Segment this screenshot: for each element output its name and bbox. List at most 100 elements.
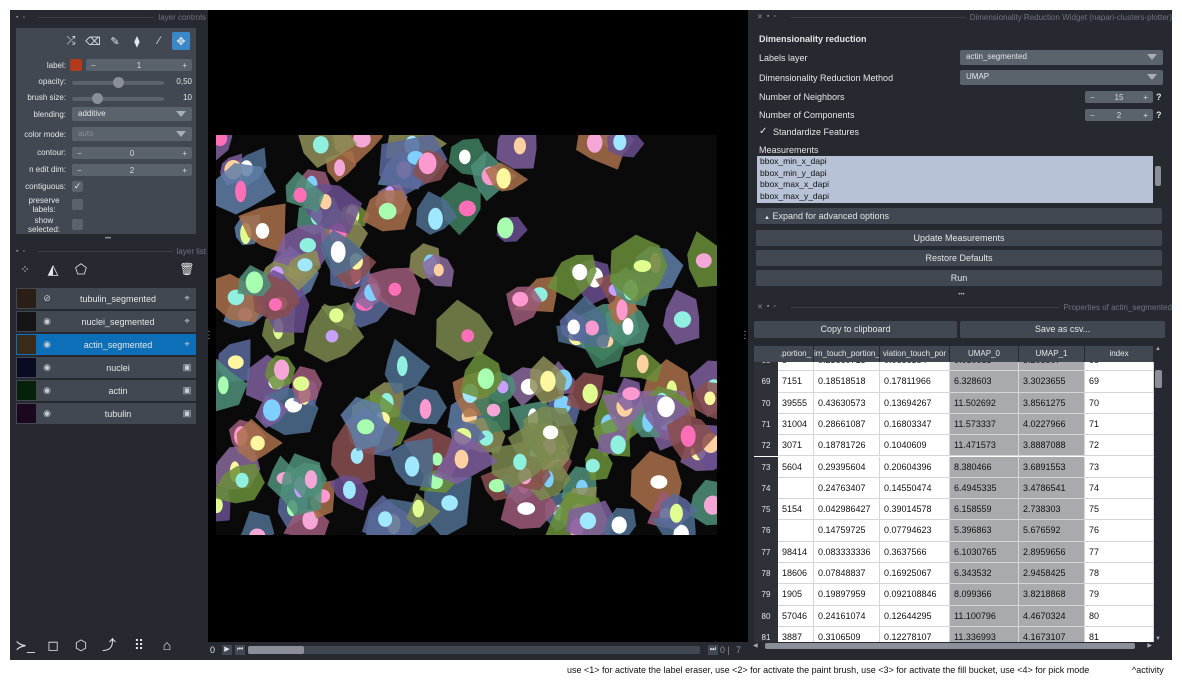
table-cell[interactable]: 75 bbox=[1085, 499, 1154, 521]
table-cell[interactable]: 31004 bbox=[778, 413, 814, 436]
table-cell[interactable]: 0.16803347 bbox=[880, 413, 950, 436]
dims-slider-handle[interactable] bbox=[248, 646, 304, 654]
table-cell[interactable]: 4.4670324 bbox=[1019, 605, 1085, 627]
row-header[interactable]: 77 bbox=[754, 541, 778, 563]
restore-defaults-button[interactable]: Restore Defaults bbox=[756, 250, 1162, 266]
table-cell[interactable]: 0.17811966 bbox=[880, 371, 950, 393]
eye-icon[interactable]: ◉ bbox=[36, 385, 58, 396]
measurement-item[interactable]: bbox_max_y_dapi bbox=[757, 191, 1153, 203]
layer-row-nuclei_segmented[interactable]: ◉ nuclei_segmented ⌖ bbox=[16, 311, 196, 332]
table-cell[interactable]: 0.07794623 bbox=[880, 520, 950, 542]
table-cell[interactable]: 0.12644295 bbox=[880, 605, 950, 627]
eraser-icon[interactable]: ⌫ bbox=[84, 32, 102, 50]
measurements-scrollbar-handle[interactable] bbox=[1155, 166, 1161, 186]
table-cell[interactable]: 71 bbox=[1085, 413, 1154, 436]
table-cell[interactable]: 0.39014578 bbox=[880, 499, 950, 521]
table-cell[interactable]: 3071 bbox=[778, 435, 814, 457]
run-button[interactable]: Run bbox=[756, 270, 1162, 286]
dock-icon[interactable]: ▫ bbox=[773, 303, 775, 311]
fill-icon[interactable]: ⧫ bbox=[128, 32, 146, 50]
eye-icon[interactable]: ◉ bbox=[36, 362, 58, 373]
show-selected-checkbox[interactable] bbox=[72, 219, 83, 230]
table-cell[interactable]: 76 bbox=[1085, 520, 1154, 542]
table-cell[interactable]: 6.343532 bbox=[950, 563, 1019, 585]
method-dropdown[interactable]: UMAP bbox=[960, 70, 1163, 85]
table-cell[interactable]: 0.3637566 bbox=[880, 541, 950, 563]
preserve-labels-checkbox[interactable] bbox=[72, 199, 83, 210]
table-cell[interactable] bbox=[778, 477, 814, 500]
table-cell[interactable]: 3.6891553 bbox=[1019, 456, 1085, 478]
dock-splitter-left[interactable]: ⋮ bbox=[204, 330, 214, 341]
table-cell[interactable]: 0.16925067 bbox=[880, 563, 950, 585]
grid-button[interactable]: ⠿ bbox=[128, 634, 150, 656]
contiguous-checkbox[interactable]: ✓ bbox=[72, 181, 83, 192]
table-cell[interactable]: 6.1030765 bbox=[950, 541, 1019, 563]
table-cell[interactable]: 3.8561275 bbox=[1019, 392, 1085, 414]
table-cell[interactable]: 77 bbox=[1085, 541, 1154, 563]
row-header[interactable]: 76 bbox=[754, 520, 778, 542]
table-cell[interactable]: 0.18781726 bbox=[814, 435, 880, 457]
close-dock-icon[interactable]: ▫ bbox=[22, 248, 24, 255]
row-header[interactable]: 74 bbox=[754, 477, 778, 500]
float-icon[interactable]: ▪ bbox=[767, 13, 769, 21]
table-cell[interactable]: 0.1040609 bbox=[880, 435, 950, 457]
home-button[interactable]: ⌂ bbox=[156, 634, 178, 656]
update-measurements-button[interactable]: Update Measurements bbox=[756, 230, 1162, 246]
eye-icon[interactable]: ◉ bbox=[36, 408, 58, 419]
table-cell[interactable]: 6.158559 bbox=[950, 499, 1019, 521]
delete-layer-button[interactable]: 🗑 bbox=[176, 258, 198, 280]
table-cell[interactable]: 1905 bbox=[778, 584, 814, 606]
table-cell[interactable]: 0.20604396 bbox=[880, 456, 950, 478]
dims-slider[interactable] bbox=[248, 646, 700, 654]
copy-to-clipboard-button[interactable]: Copy to clipboard bbox=[754, 321, 957, 338]
components-spinbox[interactable]: −2 + bbox=[1085, 109, 1153, 121]
layer-row-tubulin_segmented[interactable]: ⊘ tubulin_segmented ⌖ bbox=[16, 288, 196, 309]
table-cell[interactable]: 0.18518518 bbox=[814, 371, 880, 393]
label-spinbox[interactable]: −1 + bbox=[86, 59, 192, 71]
table-cell[interactable]: 0.43630573 bbox=[814, 392, 880, 414]
move-icon[interactable]: ✥ bbox=[172, 32, 190, 50]
scroll-up-icon[interactable]: ▲ bbox=[1155, 346, 1161, 352]
table-cell[interactable] bbox=[778, 520, 814, 542]
table-cell[interactable]: 3.8218868 bbox=[1019, 584, 1085, 606]
table-cell[interactable]: 3.3023655 bbox=[1019, 371, 1085, 393]
measurements-list[interactable]: bbox_min_x_dapi bbox_min_y_dapi bbox_max_x… bbox=[757, 156, 1153, 203]
table-cell[interactable]: 2.738303 bbox=[1019, 499, 1085, 521]
scroll-left-icon[interactable]: ◀ bbox=[753, 642, 758, 649]
row-header[interactable]: 81 bbox=[754, 626, 778, 642]
picker-icon[interactable]: ⁄ bbox=[150, 32, 168, 50]
contour-spinbox[interactable]: −0 + bbox=[72, 147, 192, 159]
column-header[interactable]: im_touch_portion_ bbox=[814, 346, 880, 362]
layer-row-actin[interactable]: ◉ actin ▣ bbox=[16, 380, 196, 401]
table-cell[interactable]: 3887 bbox=[778, 626, 814, 642]
table-cell[interactable]: 11.502692 bbox=[950, 392, 1019, 414]
measurement-item[interactable]: bbox_min_y_dapi bbox=[757, 168, 1153, 180]
table-cell[interactable]: 0.3106509 bbox=[814, 626, 880, 642]
brush-size-slider-handle[interactable] bbox=[91, 93, 103, 104]
table-cell[interactable]: 70 bbox=[1085, 392, 1154, 414]
layer-row-actin_segmented[interactable]: ◉ actin_segmented ⌖ bbox=[16, 334, 196, 355]
table-cell[interactable]: 11.471573 bbox=[950, 435, 1019, 457]
labels-layer-dropdown[interactable]: actin_segmented bbox=[960, 50, 1163, 65]
console-button[interactable]: ≻_ bbox=[14, 634, 36, 656]
new-labels-layer-button[interactable]: ⬠ bbox=[70, 258, 92, 280]
play-icon[interactable]: ▶ bbox=[222, 645, 232, 655]
table-cell[interactable]: 11.573337 bbox=[950, 413, 1019, 436]
roll-dims-button[interactable]: ⬡ bbox=[70, 634, 92, 656]
table-cell[interactable]: 8.099366 bbox=[950, 584, 1019, 606]
measurement-item[interactable]: bbox_min_x_dapi bbox=[757, 156, 1153, 168]
eye-icon[interactable]: ◉ bbox=[36, 339, 58, 350]
row-header[interactable]: 79 bbox=[754, 584, 778, 606]
splitter-handle[interactable]: ••• bbox=[751, 292, 1172, 298]
scroll-down-icon[interactable]: ▼ bbox=[1155, 636, 1161, 642]
column-header[interactable]: viation_touch_por bbox=[880, 346, 950, 362]
table-cell[interactable]: 0.28661087 bbox=[814, 413, 880, 436]
standardize-checkbox[interactable]: ✓ bbox=[759, 126, 767, 137]
dock-icon[interactable]: ▫ bbox=[773, 13, 775, 21]
table-cell[interactable]: 69 bbox=[1085, 371, 1154, 393]
viewer-canvas[interactable] bbox=[208, 10, 748, 642]
table-cell[interactable]: 73 bbox=[1085, 456, 1154, 478]
column-header[interactable]: .portion_ bbox=[778, 346, 814, 362]
brush-size-slider[interactable] bbox=[72, 93, 164, 104]
new-points-layer-button[interactable]: ⁘ bbox=[14, 258, 36, 280]
